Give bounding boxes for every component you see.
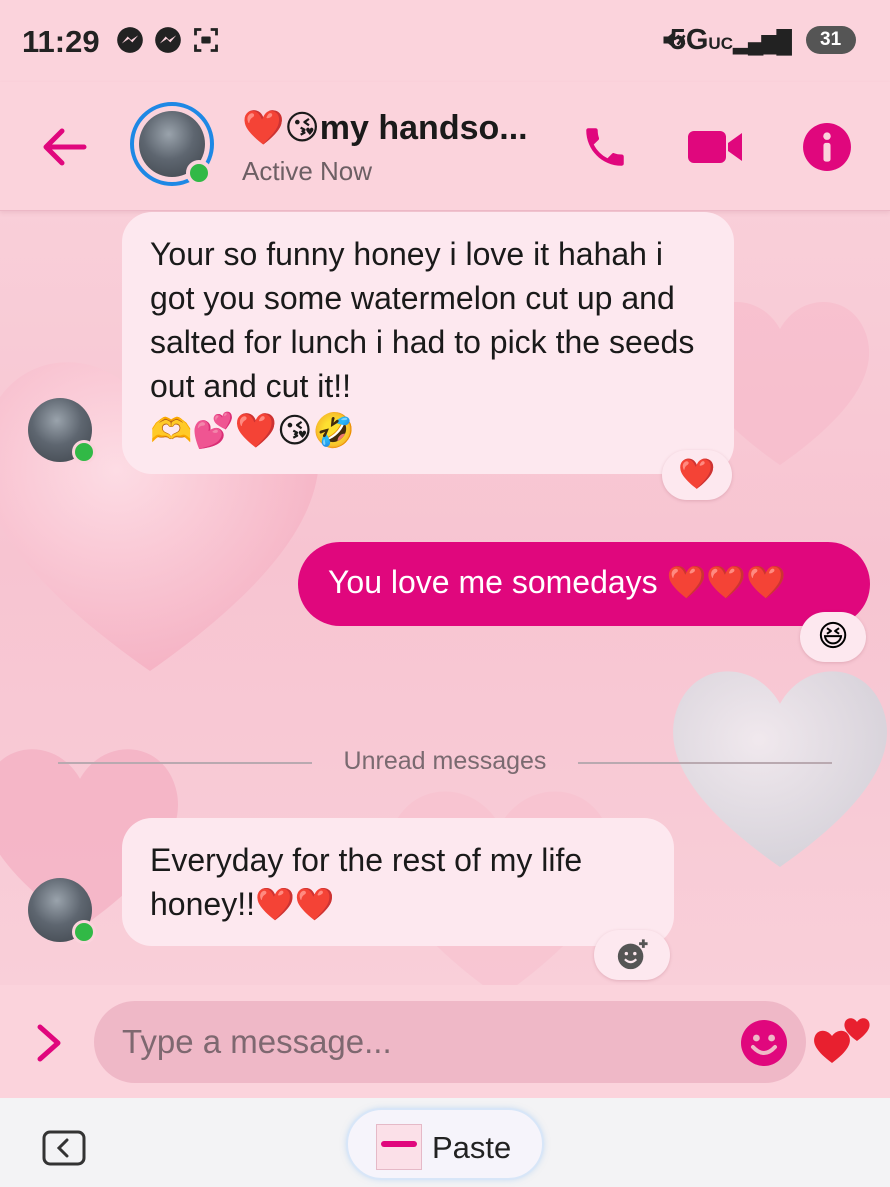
battery-icon: 31 [806,26,856,54]
unread-messages-divider: Unread messages [343,747,547,775]
network-type: 5G [669,24,709,56]
reaction-emoji: 😆 [817,620,849,653]
add-reaction-icon [617,939,648,970]
message-emoji: ❤️❤️❤️ [666,564,787,600]
messenger-notification-icon [155,27,181,53]
thumbnail-preview [381,1141,417,1147]
status-bar: 11:29 5GUC▂▄▆█ 31 [0,0,890,82]
reaction-emoji: ❤️ [678,458,716,491]
network-indicator: 5GUC▂▄▆█ [669,24,792,57]
status-time: 11:29 [22,24,100,59]
message-bubble-incoming[interactable]: Your so funny honey i love it hahah i go… [122,212,734,474]
clipboard-thumbnail [376,1124,422,1170]
message-emoji: 🫶💕❤️😘🤣 [150,412,355,450]
add-reaction-button[interactable] [594,930,670,980]
battery-level: 31 [820,29,842,50]
message-bubble-incoming[interactable]: Everyday for the rest of my life honey!!… [122,818,674,946]
active-status: Active Now [242,156,373,186]
online-status-dot [186,160,212,186]
message-bubble-outgoing[interactable]: You love me somedays ❤️❤️❤️ [298,542,870,626]
video-call-icon[interactable] [688,122,744,172]
contact-name[interactable]: ❤️😘my handso... [242,108,528,148]
message-text: Everyday for the rest of my life honey!! [150,842,583,922]
network-suffix: UC [708,34,733,53]
online-status-dot [72,440,96,464]
screenshot-icon [194,28,218,52]
message-text: You love me somedays [328,564,667,600]
paste-label: Paste [432,1130,512,1165]
message-emoji: ❤️❤️ [254,886,335,922]
chevron-right-icon[interactable] [34,1021,64,1065]
message-reaction[interactable]: ❤️ [662,450,732,500]
keyboard-back-icon[interactable] [42,1130,86,1166]
paste-button[interactable]: Paste [346,1108,544,1180]
message-input[interactable] [94,1001,806,1083]
message-composer [0,985,890,1098]
title-text: my handso... [319,109,528,147]
chat-header: ❤️😘my handso... Active Now [0,82,890,211]
emoji-picker-icon[interactable] [740,1019,788,1067]
info-icon[interactable] [802,122,852,172]
online-status-dot [72,920,96,944]
messenger-notification-icon [117,27,143,53]
signal-icon: ▂▄▆█ [732,29,792,54]
message-reaction[interactable]: 😆 [800,612,866,662]
title-emoji: ❤️😘 [242,109,320,147]
message-text: Your so funny honey i love it hahah i go… [150,236,695,404]
back-arrow-icon[interactable] [40,127,88,167]
send-hearts-icon[interactable] [812,1007,874,1067]
phone-call-icon[interactable] [580,122,630,172]
keyboard-toolbar: Paste [0,1098,890,1187]
